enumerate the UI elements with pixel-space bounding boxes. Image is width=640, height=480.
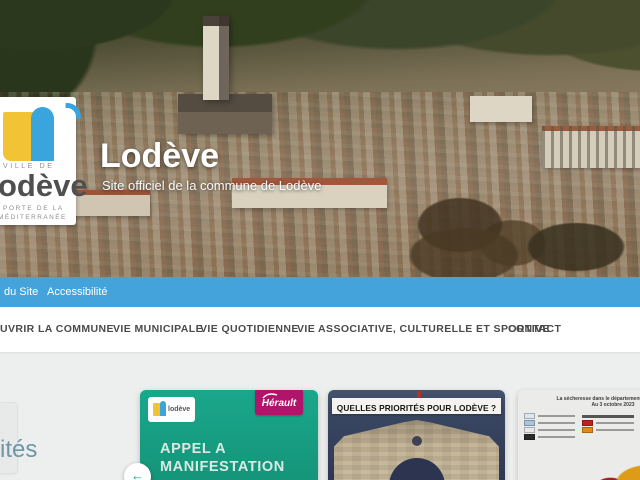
logo-tagline-line2: MÉDITERRANÉE [0,214,67,221]
trees [380,207,640,277]
building [470,96,532,122]
site-subtitle: Site officiel de la commune de Lodève [102,178,322,193]
stone-gate-photo [334,420,499,480]
herault-label: Hérault [261,398,297,409]
herault-logo-badge: Hérault [255,390,303,415]
nav-vie-municipale[interactable]: VIE MUNICIPALE [113,307,203,352]
map-legend [524,413,640,450]
site-title: Lodève [100,137,220,175]
nav-plan-du-site[interactable]: du Site [4,277,38,307]
utility-nav-bar: du Site Accessibilité [0,277,640,307]
actualites-heading: ités [0,436,38,463]
mini-logo-text: lodève [168,406,191,413]
nav-decouvrir-la-commune[interactable]: UVRIR LA COMMUNE [0,307,114,352]
logo-yellow-shape [3,112,34,161]
gate-arch [388,458,445,480]
logo-tagline-line1: PORTE DE LA [3,205,64,212]
carousel-prev-button[interactable]: ← [124,463,151,480]
nav-accessibilite[interactable]: Accessibilité [47,277,108,307]
logo-city-name: odève [0,168,88,203]
card-banner: QUELLES PRIORITÉS POUR LODÈVE ? [332,398,501,414]
nav-vie-quotidienne[interactable]: VIE QUOTIDIENNE [200,307,299,352]
logo-blue-shape [31,107,54,161]
news-card-appel-manifestation[interactable]: lodève Hérault APPEL A MANIFESTATION [140,390,318,480]
lodeve-homepage: VILLE DE odève PORTE DE LA MÉDITERRANÉE … [0,0,640,480]
herault-drought-map [574,450,640,480]
map-title: La sécheresse dans le département de l'H… [556,396,640,408]
mini-logo-blue [160,401,166,416]
news-section: ités lodève Hérault APPEL A MANIFESTATIO… [0,352,640,480]
arrow-left-icon: ← [131,468,144,480]
city-logo[interactable]: VILLE DE odève PORTE DE LA MÉDITERRANÉE [0,97,88,225]
nav-contact[interactable]: CONTACT [508,307,561,352]
lodeve-mini-logo: lodève [148,397,195,422]
cathedral-tower [203,16,229,100]
news-card-secheresse-map[interactable]: La sécheresse dans le département de l'H… [518,390,640,480]
main-nav-bar: UVRIR LA COMMUNE VIE MUNICIPALE VIE QUOT… [0,307,640,352]
apartment-block [542,126,640,168]
herault-swoosh-icon [262,393,278,399]
cathedral-body [178,94,272,134]
news-card-priorites[interactable]: QUELLES PRIORITÉS POUR LODÈVE ? [328,390,505,480]
gate-oculus [411,436,422,446]
hero-photo [0,0,640,277]
card-title: APPEL A MANIFESTATION [160,441,285,475]
